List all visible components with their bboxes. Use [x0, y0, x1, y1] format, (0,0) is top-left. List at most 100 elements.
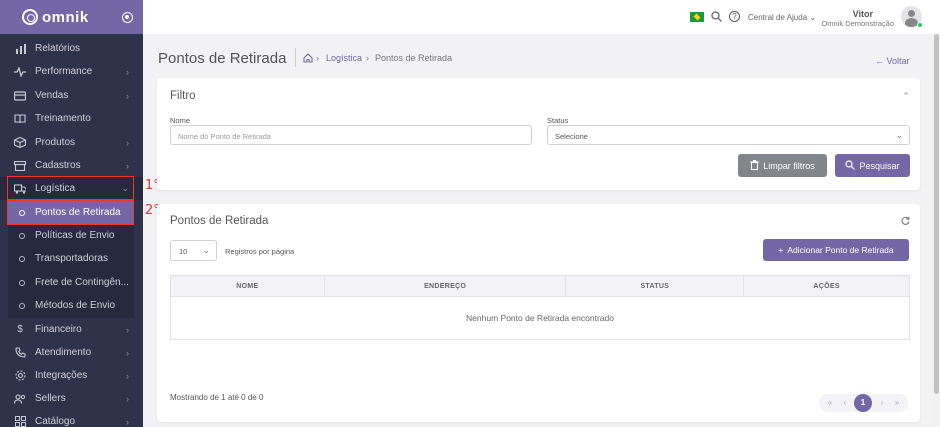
column-header-status[interactable]: STATUS — [565, 275, 745, 297]
submenu-item-frete-de-contingencia[interactable]: Frete de Contingên... — [8, 271, 134, 294]
sidebar-item-vendas[interactable]: Vendas › — [0, 84, 143, 107]
showing-count: Mostrando de 1 até 0 de 0 — [170, 393, 264, 402]
chevron-down-icon: ⌄ — [202, 245, 210, 255]
settings-icon — [14, 370, 26, 382]
sidebar-item-catalogo[interactable]: Catálogo › — [0, 410, 143, 427]
page-size-value: 10 — [179, 247, 188, 256]
user-org: Omnik Demonstração — [821, 19, 894, 28]
breadcrumb-divider — [295, 48, 296, 67]
page-scrollbar[interactable] — [933, 34, 940, 427]
sidebar-item-label: Financeiro — [35, 324, 82, 335]
chevron-right-icon: › — [126, 347, 129, 358]
pickup-points-table: NOME ENDEREÇO STATUS AÇÕES Nenhum Ponto … — [170, 275, 910, 340]
sidebar-item-label: Catálogo — [35, 416, 76, 427]
table-row: Nenhum Ponto de Retirada encontrado — [170, 296, 910, 340]
column-header-acoes: AÇÕES — [743, 275, 910, 297]
add-pickup-point-button[interactable]: + Adicionar Ponto de Retirada — [763, 239, 909, 261]
list-card: Pontos de Retirada 10 ⌄ Registros por pá… — [157, 204, 920, 422]
sidebar-item-label: Performance — [35, 66, 93, 77]
annotation-box-step2 — [7, 200, 134, 225]
submenu-item-politicas-de-envio[interactable]: Políticas de Envio — [8, 224, 134, 247]
filter-card: Filtro ⌃ Nome Nome do Ponto de Retirada … — [157, 78, 920, 190]
sidebar-item-performance[interactable]: Performance › — [0, 60, 143, 83]
submenu-item-label: Transportadoras — [35, 253, 108, 264]
submenu-item-transportadoras[interactable]: Transportadoras — [8, 247, 134, 270]
online-status-icon — [917, 22, 923, 28]
column-header-endereco[interactable]: ENDEREÇO — [323, 275, 567, 297]
circle-icon — [19, 279, 25, 286]
status-label: Status — [547, 116, 569, 125]
sidebar-item-sellers[interactable]: Sellers › — [0, 387, 143, 410]
archive-icon — [14, 160, 26, 172]
sidebar-item-financeiro[interactable]: $ Financeiro › — [0, 318, 143, 341]
bar-chart-icon — [14, 43, 26, 55]
trash-icon — [750, 159, 760, 172]
chevron-right-icon: › — [126, 160, 129, 171]
clear-filters-label: Limpar filtros — [763, 160, 815, 171]
sidebar-item-relatorios[interactable]: Relatórios — [0, 37, 143, 60]
pagination-prev-icon[interactable]: ‹ — [836, 394, 854, 412]
submenu-item-label: Frete de Contingên... — [35, 277, 129, 288]
pagination-last-icon[interactable]: » — [888, 394, 906, 412]
phone-icon — [14, 347, 26, 359]
breadcrumb-logistica[interactable]: Logística — [326, 53, 362, 63]
circle-icon — [19, 232, 25, 239]
box-icon — [14, 137, 26, 149]
activity-icon — [14, 66, 26, 78]
sidebar-item-atendimento[interactable]: Atendimento › — [0, 341, 143, 364]
user-name[interactable]: Vitor — [793, 9, 873, 19]
logo-icon — [22, 9, 38, 25]
brand-logo[interactable]: omnik — [22, 9, 89, 26]
page-size-label: Registros por página — [225, 247, 295, 256]
sidebar-item-integracoes[interactable]: Integrações › — [0, 364, 143, 387]
back-button[interactable]: ← Voltar — [875, 56, 910, 66]
annotation-box-step1 — [7, 176, 134, 200]
chevron-right-icon: › — [126, 90, 129, 101]
sidebar-item-produtos[interactable]: Produtos › — [0, 131, 143, 154]
chevron-right-icon: › — [126, 393, 129, 404]
brazil-flag-icon[interactable] — [690, 12, 704, 22]
help-circle-icon[interactable]: ? — [729, 11, 740, 22]
submenu-item-metodos-de-envio[interactable]: Métodos de Envio — [8, 294, 134, 317]
sidebar-item-label: Treinamento — [35, 113, 91, 124]
scrollbar-thumb[interactable] — [934, 34, 939, 394]
clear-filters-button[interactable]: Limpar filtros — [738, 154, 827, 177]
column-header-nome[interactable]: NOME — [170, 275, 325, 297]
add-pickup-point-label: Adicionar Ponto de Retirada — [787, 245, 894, 255]
home-icon[interactable] — [303, 53, 313, 65]
breadcrumb-current: Pontos de Retirada — [375, 53, 453, 63]
search-icon[interactable] — [711, 11, 722, 25]
circle-icon — [19, 255, 25, 262]
users-icon — [14, 393, 26, 405]
status-select[interactable]: Selecione ⌄ — [547, 125, 910, 145]
chevron-right-icon: › — [126, 137, 129, 148]
pagination-page-current[interactable]: 1 — [854, 394, 872, 412]
sidebar-toggle-icon[interactable] — [122, 12, 133, 23]
page-size-select[interactable]: 10 ⌄ — [170, 240, 217, 261]
back-label: Voltar — [886, 56, 910, 66]
book-icon — [14, 113, 26, 125]
search-button[interactable]: Pesquisar — [835, 154, 910, 177]
sidebar-item-label: Atendimento — [35, 347, 92, 358]
grid-icon — [14, 416, 26, 427]
sidebar-item-label: Sellers — [35, 393, 66, 404]
chevron-down-icon: ⌄ — [895, 130, 903, 140]
search-label: Pesquisar — [859, 160, 900, 171]
sidebar-item-label: Integrações — [35, 370, 88, 381]
page-title: Pontos de Retirada — [158, 50, 287, 67]
sidebar-item-treinamento[interactable]: Treinamento — [0, 107, 143, 130]
breadcrumb-separator-icon: › — [316, 53, 319, 63]
sidebar-item-cadastros[interactable]: Cadastros › — [0, 154, 143, 177]
circle-icon — [19, 302, 25, 309]
chevron-right-icon: › — [126, 324, 129, 335]
brand-name: omnik — [42, 8, 89, 26]
name-label: Nome — [170, 116, 191, 125]
filter-title: Filtro — [170, 90, 196, 102]
chevron-up-icon[interactable]: ⌃ — [902, 91, 910, 102]
breadcrumb-separator-icon: › — [366, 53, 369, 63]
search-icon — [845, 159, 856, 172]
empty-state-message: Nenhum Ponto de Retirada encontrado — [170, 296, 910, 340]
submenu-item-label: Métodos de Envio — [35, 300, 116, 311]
refresh-icon[interactable] — [901, 216, 910, 227]
name-input[interactable]: Nome do Ponto de Retirada — [170, 125, 532, 145]
